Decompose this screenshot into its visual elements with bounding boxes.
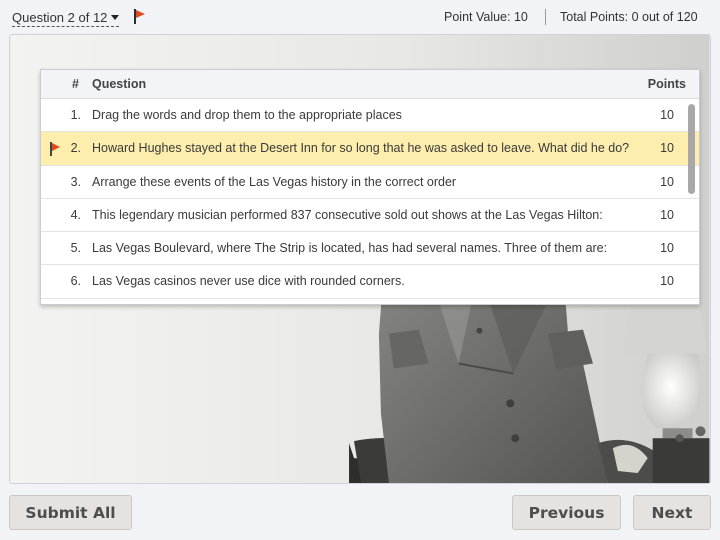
question-row-selected[interactable]: 2. Howard Hughes stayed at the Desert In… <box>41 132 699 166</box>
question-row[interactable]: 5. Las Vegas Boulevard, where The Strip … <box>41 232 699 266</box>
previous-button[interactable]: Previous <box>512 495 621 530</box>
column-header-points: Points <box>647 77 686 91</box>
question-row[interactable]: 1. Drag the words and drop them to the a… <box>41 99 699 133</box>
question-number: 2. <box>70 141 81 156</box>
column-header-question: Question <box>92 77 147 91</box>
question-text: This legendary musician performed 837 co… <box>92 207 603 222</box>
scrollbar[interactable] <box>688 104 695 200</box>
question-points: 10 <box>660 274 674 289</box>
submit-all-button[interactable]: Submit All <box>9 495 132 530</box>
question-number: 4. <box>70 207 81 222</box>
question-number: 3. <box>70 174 81 189</box>
question-number: 5. <box>70 241 81 256</box>
top-bar: Question 2 of 12 Point Value: 10 Total P… <box>0 0 720 34</box>
column-header-number: # <box>72 77 79 91</box>
question-list-panel: # Question Points 1. Drag the words and … <box>40 69 700 305</box>
quiz-player: Question 2 of 12 Point Value: 10 Total P… <box>0 0 720 540</box>
question-list-header: # Question Points <box>41 70 699 99</box>
question-points: 10 <box>660 207 674 222</box>
question-text: Las Vegas Boulevard, where The Strip is … <box>92 241 608 256</box>
question-points: 10 <box>660 108 674 122</box>
question-text: Arrange these events of the Las Vegas hi… <box>92 174 457 189</box>
question-text: Las Vegas casinos never use dice with ro… <box>92 274 405 289</box>
question-row[interactable]: 4. This legendary musician performed 837… <box>41 198 699 233</box>
total-points: Total Points: 0 out of 120 <box>560 10 698 24</box>
chevron-down-icon <box>111 15 120 20</box>
question-number: 6. <box>70 274 81 289</box>
scrollbar-thumb[interactable] <box>688 104 695 194</box>
question-points: 10 <box>660 141 674 156</box>
question-selector-label: Question 2 of 12 <box>12 9 108 25</box>
question-text: Drag the words and drop them to the appr… <box>92 108 402 122</box>
question-row[interactable]: 6. Las Vegas casinos never use dice with… <box>41 265 699 299</box>
question-points: 10 <box>660 241 674 256</box>
divider <box>545 9 546 25</box>
next-button[interactable]: Next <box>633 495 711 530</box>
question-points: 10 <box>660 174 674 189</box>
slide-area: # Question Points 1. Drag the words and … <box>9 34 711 484</box>
question-number: 1. <box>70 108 81 122</box>
flag-icon[interactable] <box>133 9 147 24</box>
question-row[interactable]: 3. Arrange these events of the Las Vegas… <box>41 165 699 199</box>
question-list-rows: 1. Drag the words and drop them to the a… <box>41 99 699 299</box>
question-text: Howard Hughes stayed at the Desert Inn f… <box>92 141 630 156</box>
point-value: Point Value: 10 <box>444 10 528 24</box>
question-selector-dropdown[interactable]: Question 2 of 12 <box>12 8 120 27</box>
